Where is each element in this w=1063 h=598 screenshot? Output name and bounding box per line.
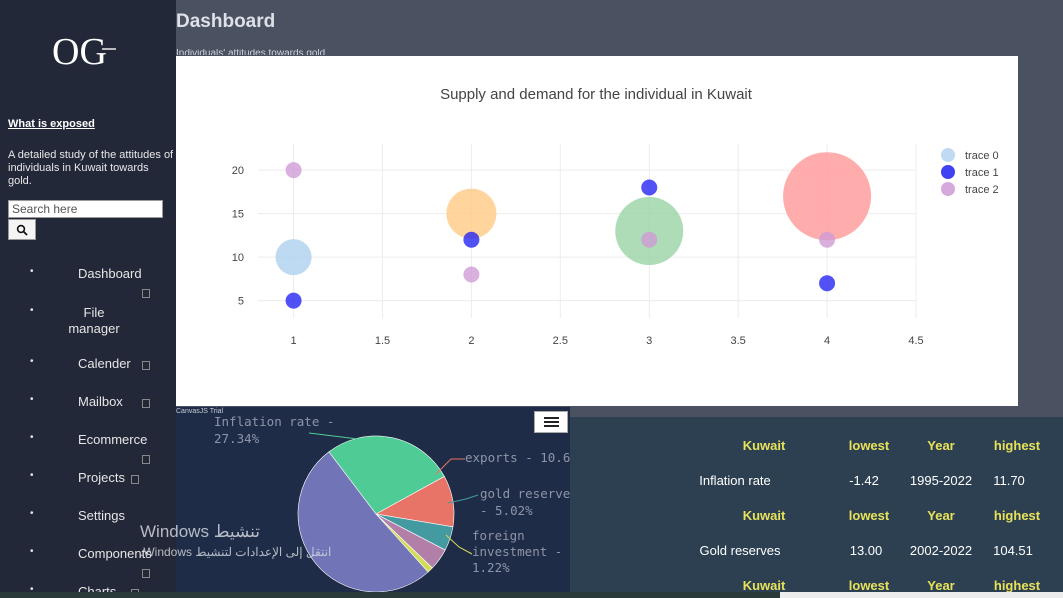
table-cell: 2002-2022 [909,543,973,558]
table-cell: 104.51 [993,543,1033,558]
nav-item-icon [142,455,150,464]
bubble-point[interactable] [275,239,312,276]
table-header-cell: Kuwait [742,438,786,453]
pie-chart-panel: CanvasJS Trial Inflation rate - 27.34% e… [176,407,570,598]
bullet: • [30,305,34,316]
bullet: • [30,546,34,557]
bullet: • [30,508,34,519]
y-tick-label: 15 [232,209,244,221]
table-header-cell: lowest [848,578,890,593]
pie-label: investment - [472,544,562,559]
bullet: • [30,266,34,277]
table-header-cell: highest [993,438,1041,453]
nav-label: Dashboard [78,266,142,281]
chart-title: Supply and demand for the individual in … [440,86,753,103]
table-cell: 11.70 [993,473,1025,488]
y-tick-label: 20 [232,165,244,177]
legend-label[interactable]: trace 2 [965,184,999,196]
nav-label: Mailbox [78,394,123,409]
x-tick-label: 4.5 [908,335,923,347]
x-tick-label: 1.5 [375,335,390,347]
nav-item-icon [131,475,139,484]
table-header-cell: highest [993,578,1041,593]
x-tick-label: 3.5 [731,335,746,347]
pie-label: gold reserve [480,486,570,501]
pie-label: - 5.02% [480,503,533,518]
pie-label: Inflation rate - [214,414,334,429]
x-tick-label: 2.5 [553,335,568,347]
legend-label[interactable]: trace 0 [965,150,999,162]
page-title: Dashboard [176,11,276,32]
legend-marker [941,148,955,162]
legend-marker [941,165,955,179]
nav-label: Projects [78,470,125,485]
table-cell: 13.00 [849,543,883,558]
sidebar-nav: • Dashboard • File manager • Calender • … [0,0,176,598]
bullet: • [30,356,34,367]
table-cell: 1995-2022 [909,473,973,488]
y-tick-label: 10 [232,252,244,264]
chart-menu-button[interactable] [534,411,568,433]
nav-label: File manager [68,305,120,336]
bubble-point[interactable] [285,292,302,309]
legend-marker [941,182,955,196]
nav-item-icon [142,569,150,578]
x-tick-label: 1 [291,335,297,347]
taskbar-window[interactable] [780,592,1063,598]
bubble-point[interactable] [783,152,872,241]
nav-item-icon [142,361,150,370]
pie-label: exports - 10.62% [465,450,570,465]
page-subtitle: Individuals' attitudes towards gold [176,49,326,55]
table-header-cell: lowest [848,438,890,453]
pie-label: foreign [472,528,525,543]
bubble-point[interactable] [615,197,684,265]
hamburger-icon [543,417,559,419]
table-header-cell: Year [927,578,955,593]
bubble-point[interactable] [463,266,480,283]
x-tick-label: 3 [646,335,652,347]
bubble-point[interactable] [446,188,497,239]
table-cell: Inflation rate [699,473,771,488]
table-cell: Gold reserves [699,543,781,558]
nav-item-icon [142,399,150,408]
x-tick-label: 2 [468,335,474,347]
nav-item-icon [142,289,150,298]
bubble-point[interactable] [641,231,658,248]
bubble-point[interactable] [819,275,836,292]
sidebar: OG What is exposed A detailed study of t… [0,0,176,598]
nav-label: Components [78,546,152,561]
bubble-chart: 1 1.5 2 2.5 3 3.5 4 4.5 5 10 15 20 trace 0 trace 1 tr… [232,86,999,347]
bubble-point[interactable] [285,162,302,179]
nav-label: Calender [78,356,131,371]
pie-chart: Inflation rate - 27.34% exports - 10.62%… [214,414,570,593]
bubble-point[interactable] [641,179,658,196]
table-header-cell: Year [927,508,955,523]
legend-label[interactable]: trace 1 [965,167,999,179]
table-cell: -1.42 [849,473,879,488]
table-header-cell: Year [927,438,955,453]
hamburger-icon [543,421,559,423]
nav-label: Settings [78,508,125,523]
table-header-cell: Kuwait [742,508,786,523]
pie-label: 1.22% [472,560,510,575]
bubble-point[interactable] [463,231,480,248]
bubble-chart-panel: 1 1.5 2 2.5 3 3.5 4 4.5 5 10 15 20 trace 0 trace 1 tr… [176,56,1018,406]
stats-table: Kuwait lowest Year highest Inflation rat… [570,417,1063,598]
y-tick-label: 5 [238,296,244,308]
pie-label: 27.34% [214,431,260,446]
bubble-point[interactable] [819,231,836,248]
x-tick-label: 4 [824,335,830,347]
bullet: • [30,470,34,481]
bullet: • [30,432,34,443]
table-header-cell: highest [993,508,1041,523]
bullet: • [30,394,34,405]
hamburger-icon [543,425,559,427]
table-header-cell: lowest [848,508,890,523]
nav-label: Ecommerce [78,432,148,447]
table-header-cell: Kuwait [742,578,786,593]
